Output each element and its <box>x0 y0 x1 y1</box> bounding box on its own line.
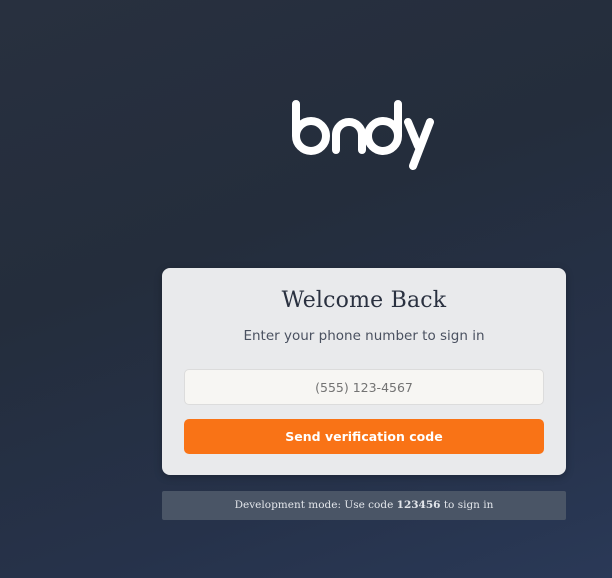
dev-notice-code: 123456 <box>396 499 441 511</box>
send-verification-code-button[interactable]: Send verification code <box>184 419 544 454</box>
dev-notice-suffix: to sign in <box>440 499 494 511</box>
phone-number-input[interactable] <box>184 369 544 405</box>
dev-mode-notice: Development mode: Use code 123456 to sig… <box>162 491 566 520</box>
dev-notice-prefix: Development mode: Use code <box>234 499 397 511</box>
login-card: Welcome Back Enter your phone number to … <box>162 268 566 475</box>
card-subtitle: Enter your phone number to sign in <box>243 328 485 344</box>
card-title: Welcome Back <box>281 288 447 313</box>
bndy-logo <box>292 100 434 170</box>
